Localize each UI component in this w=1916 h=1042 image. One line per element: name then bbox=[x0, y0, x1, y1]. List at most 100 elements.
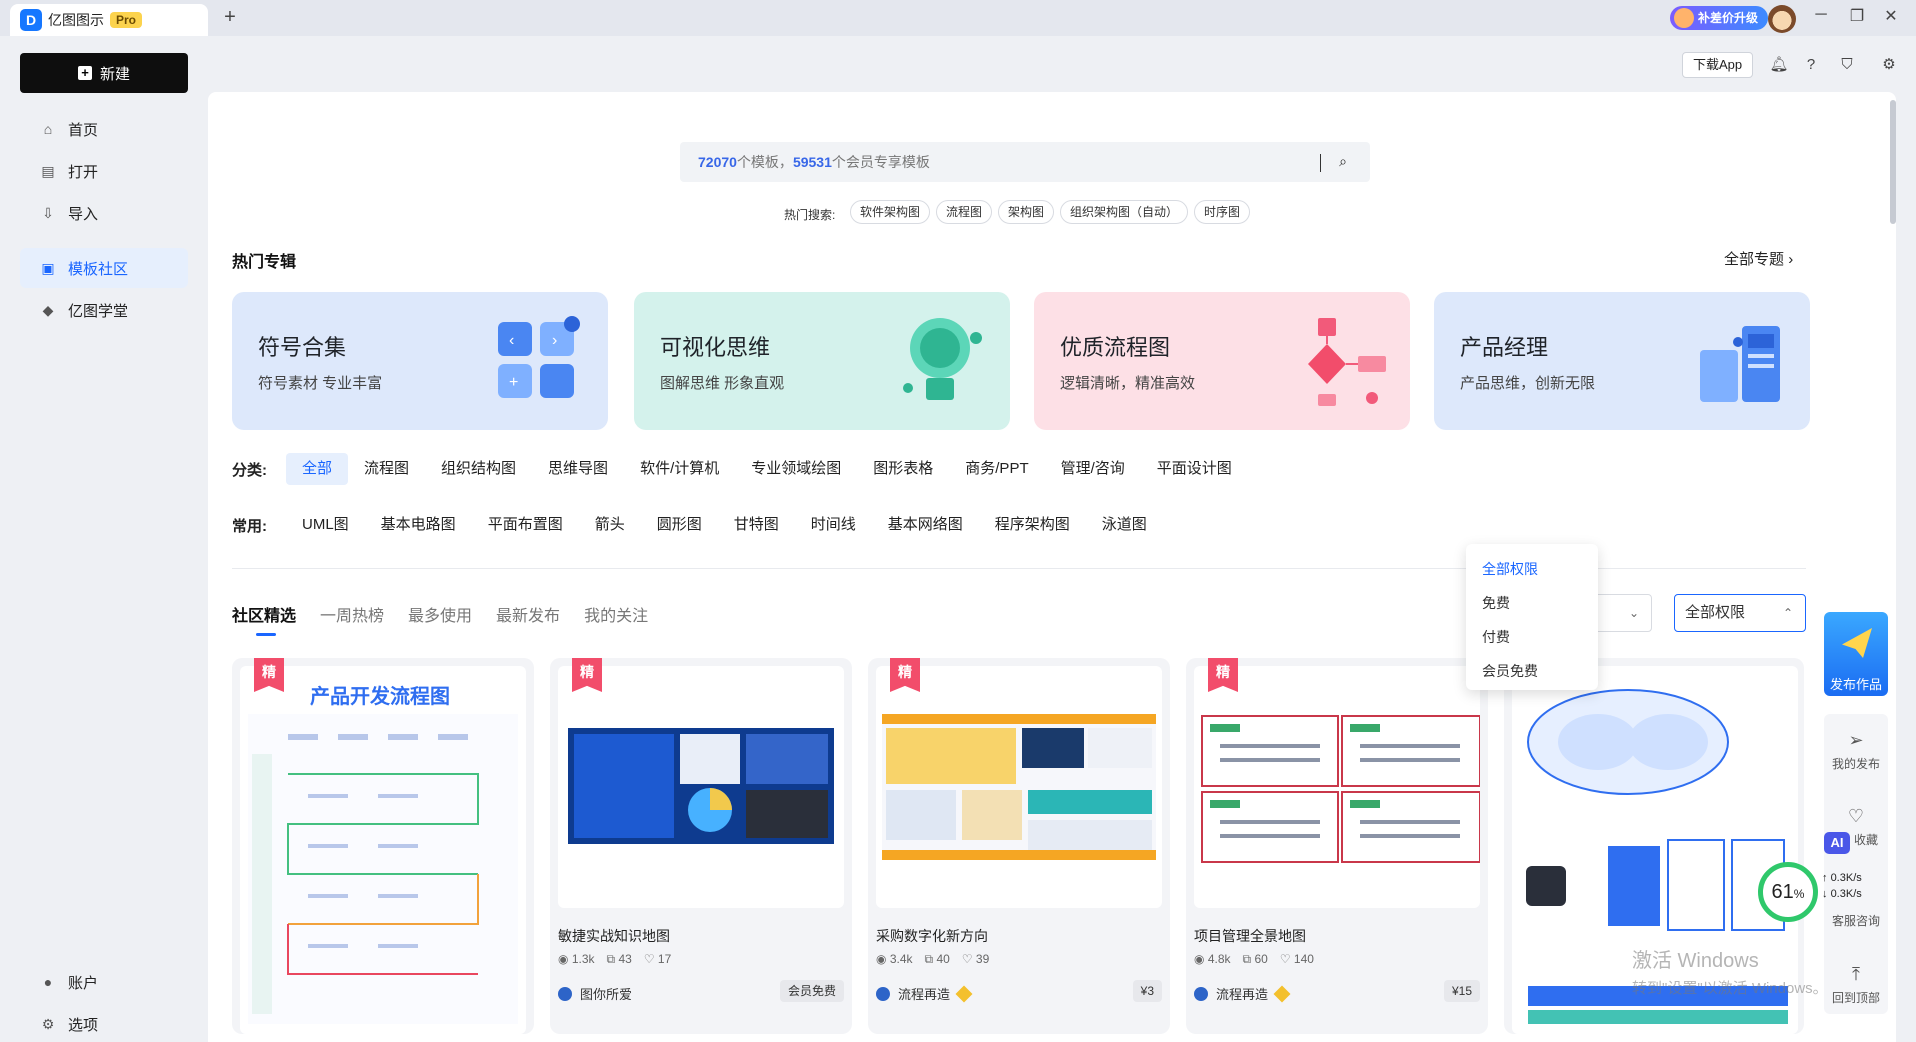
template-card[interactable]: 精 敏捷实战知识地图 ◉ 1.3k ⧉ 43 ♡ 17 图你所爱 会员免费 bbox=[550, 658, 852, 1034]
speed-readout: ↑ 0.3K/s ↓ 0.3K/s bbox=[1822, 870, 1862, 902]
ai-badge[interactable]: AI bbox=[1824, 832, 1850, 854]
publish-button[interactable]: 发布作品 bbox=[1824, 612, 1888, 696]
card-subtitle: 图解思维 形象直观 bbox=[660, 375, 785, 392]
customer-support-button[interactable]: 客服咨询 bbox=[1824, 912, 1888, 929]
common-chip[interactable]: 平面布置图 bbox=[472, 509, 579, 541]
featured-card-symbols[interactable]: 符号合集 符号素材 专业丰富 ‹ › + bbox=[232, 292, 608, 430]
help-icon[interactable]: ? bbox=[1800, 54, 1822, 76]
project-map-preview-image bbox=[1200, 714, 1480, 864]
import-icon: ⇩ bbox=[42, 204, 54, 221]
new-tab-button[interactable]: + bbox=[218, 6, 242, 29]
symbols-illustration-icon: ‹ › + bbox=[498, 316, 580, 398]
user-avatar[interactable] bbox=[1768, 5, 1796, 33]
hot-tag[interactable]: 流程图 bbox=[936, 200, 993, 224]
tab-most-used[interactable]: 最多使用 bbox=[408, 602, 472, 626]
sidebar-item-options[interactable]: ⚙ 选项 bbox=[20, 1004, 188, 1042]
network-speed-gauge[interactable]: 61% bbox=[1758, 862, 1818, 922]
card-subtitle: 符号素材 专业丰富 bbox=[258, 375, 383, 392]
category-chip[interactable]: 全部 bbox=[286, 453, 349, 485]
permission-option[interactable]: 免费 bbox=[1466, 586, 1598, 620]
tab-latest[interactable]: 最新发布 bbox=[496, 602, 560, 626]
new-button-label: 新建 bbox=[99, 65, 130, 83]
upload-arrow-icon: ↑ bbox=[1822, 872, 1831, 884]
arrow-up-icon: ⤒ bbox=[1852, 964, 1860, 984]
permission-select[interactable]: 全部权限 ⌃ bbox=[1674, 594, 1806, 632]
category-chip[interactable]: 管理/咨询 bbox=[1045, 453, 1141, 485]
category-chip[interactable]: 商务/PPT bbox=[949, 453, 1044, 485]
category-chip[interactable]: 流程图 bbox=[348, 453, 425, 485]
category-chip[interactable]: 专业领域绘图 bbox=[735, 453, 857, 485]
hot-tag[interactable]: 组织架构图（自动） bbox=[1060, 200, 1189, 224]
common-chip[interactable]: 泳道图 bbox=[1086, 509, 1163, 541]
bell-icon[interactable]: 🔔︎ bbox=[1768, 54, 1790, 76]
permission-option[interactable]: 付费 bbox=[1466, 620, 1598, 654]
restore-button[interactable]: ❐ bbox=[1842, 6, 1872, 26]
tab-following[interactable]: 我的关注 bbox=[584, 602, 648, 626]
close-button[interactable]: ✕ bbox=[1876, 6, 1906, 26]
eye-icon: ◉ bbox=[876, 952, 887, 966]
new-button[interactable]: + 新建 bbox=[20, 53, 188, 93]
common-chip[interactable]: 基本电路图 bbox=[365, 509, 472, 541]
shirt-icon[interactable]: ⛉ bbox=[1836, 54, 1858, 76]
hot-tag[interactable]: 架构图 bbox=[998, 200, 1055, 224]
sidebar-item-template-community[interactable]: ▣ 模板社区 bbox=[20, 248, 188, 288]
upgrade-button[interactable]: 补差价升级 bbox=[1670, 6, 1769, 30]
category-chip[interactable]: 平面设计图 bbox=[1141, 453, 1248, 485]
template-stats: ◉ 1.3k ⧉ 43 ♡ 17 bbox=[558, 952, 671, 967]
sidebar-item-import[interactable]: ⇩ 导入 bbox=[20, 193, 188, 233]
common-filter-row: 常用: UML图 基本电路图 平面布置图 箭头 圆形图 甘特图 时间线 基本网络… bbox=[232, 509, 1163, 541]
file-icon: ▤ bbox=[41, 162, 55, 179]
sidebar-item-academy[interactable]: ◆ 亿图学堂 bbox=[20, 290, 188, 330]
sidebar-item-home[interactable]: ⌂ 首页 bbox=[20, 109, 188, 149]
template-author[interactable]: 图你所爱 bbox=[558, 984, 632, 1003]
template-tabs: 社区精选 一周热榜 最多使用 最新发布 我的关注 bbox=[232, 602, 648, 636]
all-topics-link[interactable]: 全部专题 › bbox=[1724, 248, 1793, 269]
sidebar-item-open[interactable]: ▤ 打开 bbox=[20, 151, 188, 191]
search-input[interactable]: 72070 个模板， 59531 个会员专享模板 bbox=[680, 142, 1370, 182]
common-chip[interactable]: 时间线 bbox=[795, 509, 872, 541]
permission-option[interactable]: 全部权限 bbox=[1466, 552, 1598, 586]
hot-tag[interactable]: 软件架构图 bbox=[850, 200, 931, 224]
common-chip[interactable]: 基本网络图 bbox=[872, 509, 979, 541]
scrollbar[interactable] bbox=[1890, 100, 1896, 224]
common-chip[interactable]: 箭头 bbox=[579, 509, 641, 541]
back-to-top-button[interactable]: ⤒ 回到顶部 bbox=[1824, 964, 1888, 1006]
common-chip[interactable]: 甘特图 bbox=[718, 509, 795, 541]
permission-option[interactable]: 会员免费 bbox=[1466, 654, 1598, 688]
search-icon[interactable]: ⌕ bbox=[1332, 150, 1354, 172]
featured-card-product-manager[interactable]: 产品经理 产品思维，创新无限 bbox=[1434, 292, 1810, 430]
my-publish-button[interactable]: ➢ 我的发布 bbox=[1824, 730, 1888, 772]
category-chip[interactable]: 软件/计算机 bbox=[624, 453, 735, 485]
common-chip[interactable]: 程序架构图 bbox=[979, 509, 1086, 541]
card-title: 符号合集 bbox=[258, 335, 347, 360]
my-publish-label: 我的发布 bbox=[1831, 757, 1880, 771]
app-tab[interactable]: D 亿图图示 Pro bbox=[10, 4, 208, 36]
support-label: 客服咨询 bbox=[1831, 914, 1880, 928]
minimize-button[interactable]: ─ bbox=[1806, 6, 1836, 24]
template-author[interactable]: 流程再造 bbox=[876, 984, 973, 1003]
copies-stat: ⧉ 40 bbox=[925, 952, 950, 967]
template-card[interactable]: 精 项目管理全景地图 ◉ 4.8k ⧉ 60 ♡ 140 流程再造 ¥15 bbox=[1186, 658, 1488, 1034]
tab-weekly-hot[interactable]: 一周热榜 bbox=[320, 602, 384, 626]
watermark-line2: 转到"设置"以激活 Windows。 bbox=[1632, 980, 1828, 997]
hot-tag[interactable]: 时序图 bbox=[1194, 200, 1251, 224]
thumbnail-title: 产品开发流程图 bbox=[310, 686, 450, 708]
category-chip[interactable]: 组织结构图 bbox=[425, 453, 532, 485]
tab-community-picks[interactable]: 社区精选 bbox=[232, 602, 296, 636]
category-chip[interactable]: 图形表格 bbox=[857, 453, 949, 485]
sidebar-item-label: 打开 bbox=[68, 163, 99, 181]
template-author[interactable]: 流程再造 bbox=[1194, 984, 1291, 1003]
copies-stat: ⧉ 43 bbox=[607, 952, 632, 967]
template-card[interactable]: 精 产品开发流程图 bbox=[232, 658, 534, 1034]
common-chip[interactable]: 圆形图 bbox=[641, 509, 718, 541]
template-card[interactable]: 精 采购数字化新方向 ◉ 3.4k ⧉ 40 ♡ 39 流程再造 ¥3 bbox=[868, 658, 1170, 1034]
copies-count: 43 bbox=[618, 952, 632, 966]
product-illustration-icon bbox=[1700, 326, 1780, 402]
common-chip[interactable]: UML图 bbox=[286, 509, 365, 541]
featured-card-flowchart[interactable]: 优质流程图 逻辑清晰，精准高效 bbox=[1034, 292, 1410, 430]
settings-icon[interactable]: ⚙ bbox=[1878, 54, 1900, 76]
sidebar-item-account[interactable]: ● 账户 bbox=[20, 962, 188, 1002]
download-app-button[interactable]: 下载App bbox=[1682, 52, 1754, 78]
category-chip[interactable]: 思维导图 bbox=[532, 453, 624, 485]
featured-card-visual-thinking[interactable]: 可视化思维 图解思维 形象直观 bbox=[634, 292, 1010, 430]
